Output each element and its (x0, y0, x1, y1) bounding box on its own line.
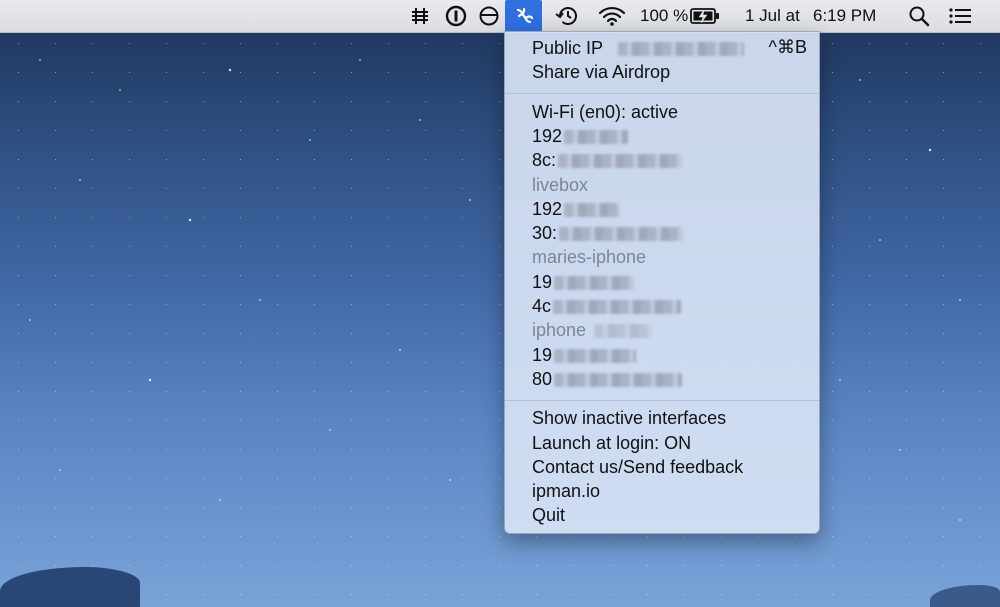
iphone-name-label: iphone (532, 320, 587, 340)
local-ip-prefix: 192 (532, 126, 563, 146)
maries-iphone-mac-redacted (553, 300, 682, 315)
desktop-wallpaper (0, 0, 1000, 607)
maries-iphone-ip-redacted (554, 276, 635, 291)
livebox-ip-item[interactable]: 192 (532, 197, 621, 221)
local-ip-item[interactable]: 192 (532, 124, 629, 148)
wifi-icon-graphic (598, 6, 626, 26)
show-inactive-interfaces-item[interactable]: Show inactive interfaces (532, 406, 726, 430)
local-mac-item[interactable]: 8c: (532, 148, 683, 172)
device-name-maries-iphone: maries-iphone (532, 247, 647, 267)
maries-iphone-mac-item[interactable]: 4c (532, 294, 682, 318)
1password-icon-graphic (445, 5, 467, 27)
livebox-mac-redacted (559, 227, 684, 242)
menu-separator (505, 400, 819, 401)
livebox-mac-item[interactable]: 30: (532, 221, 684, 245)
spotlight-search-icon-graphic (909, 6, 930, 27)
battery-percent[interactable]: 100 % (640, 0, 688, 32)
iphone-mac-item[interactable]: 80 (532, 367, 683, 391)
wifi-icon[interactable] (598, 0, 626, 32)
circle-half-icon[interactable] (478, 0, 500, 32)
iphone-ip-redacted (554, 349, 637, 364)
menubar-time[interactable]: 6:19 PM (813, 0, 876, 32)
local-mac-redacted (558, 154, 683, 169)
hashtag-icon-graphic (412, 8, 428, 24)
share-airdrop-item[interactable]: Share via Airdrop (532, 60, 670, 84)
time-machine-icon-graphic (555, 7, 577, 25)
circle-half-icon-graphic (479, 6, 499, 26)
device-name-livebox: livebox (532, 175, 589, 195)
launch-at-login-item[interactable]: Launch at login: ON (532, 431, 691, 455)
public-ip-shortcut: ^⌘B (768, 37, 807, 57)
notification-center-icon[interactable] (948, 0, 972, 32)
local-ip-redacted (564, 130, 629, 145)
ipman-dropdown-menu: Public IP ^⌘B Share via Airdrop Wi-Fi (e… (504, 31, 820, 534)
maries-iphone-mac-prefix: 4c (532, 296, 552, 316)
local-mac-prefix: 8c: (532, 150, 557, 170)
iphone-name-redacted (594, 324, 653, 339)
contact-feedback-item[interactable]: Contact us/Send feedback (532, 455, 743, 479)
device-name-iphone: iphone (532, 318, 653, 342)
ipman-app-icon[interactable] (505, 0, 542, 32)
iphone-mac-prefix: 80 (532, 369, 553, 389)
hashtag-icon[interactable] (410, 0, 430, 32)
wifi-interface-header[interactable]: Wi-Fi (en0): active (532, 100, 678, 124)
ipman-app-icon-graphic (516, 7, 533, 24)
maries-iphone-ip-item[interactable]: 19 (532, 270, 635, 294)
battery-charging-icon-graphic (690, 8, 719, 24)
livebox-ip-redacted (564, 203, 621, 218)
menu-separator (505, 93, 819, 94)
public-ip-redacted (617, 42, 744, 57)
iphone-mac-redacted (554, 373, 683, 388)
wallpaper-star-field (0, 0, 1000, 607)
notification-center-icon-graphic (949, 8, 971, 24)
livebox-ip-prefix: 192 (532, 199, 563, 219)
menu-bar: 100 % 1 Jul at 6:19 PM (0, 0, 1000, 33)
1password-icon[interactable] (445, 0, 467, 32)
iphone-ip-item[interactable]: 19 (532, 343, 637, 367)
time-machine-icon[interactable] (555, 0, 579, 32)
spotlight-search-icon[interactable] (908, 0, 930, 32)
maries-iphone-ip-prefix: 19 (532, 272, 553, 292)
menubar-date[interactable]: 1 Jul at (745, 0, 800, 32)
quit-item[interactable]: Quit (532, 503, 565, 527)
battery-charging-icon[interactable] (690, 0, 720, 32)
public-ip-label: Public IP (532, 38, 603, 58)
iphone-ip-prefix: 19 (532, 345, 553, 365)
website-link-item[interactable]: ipman.io (532, 479, 600, 503)
livebox-mac-prefix: 30: (532, 223, 558, 243)
